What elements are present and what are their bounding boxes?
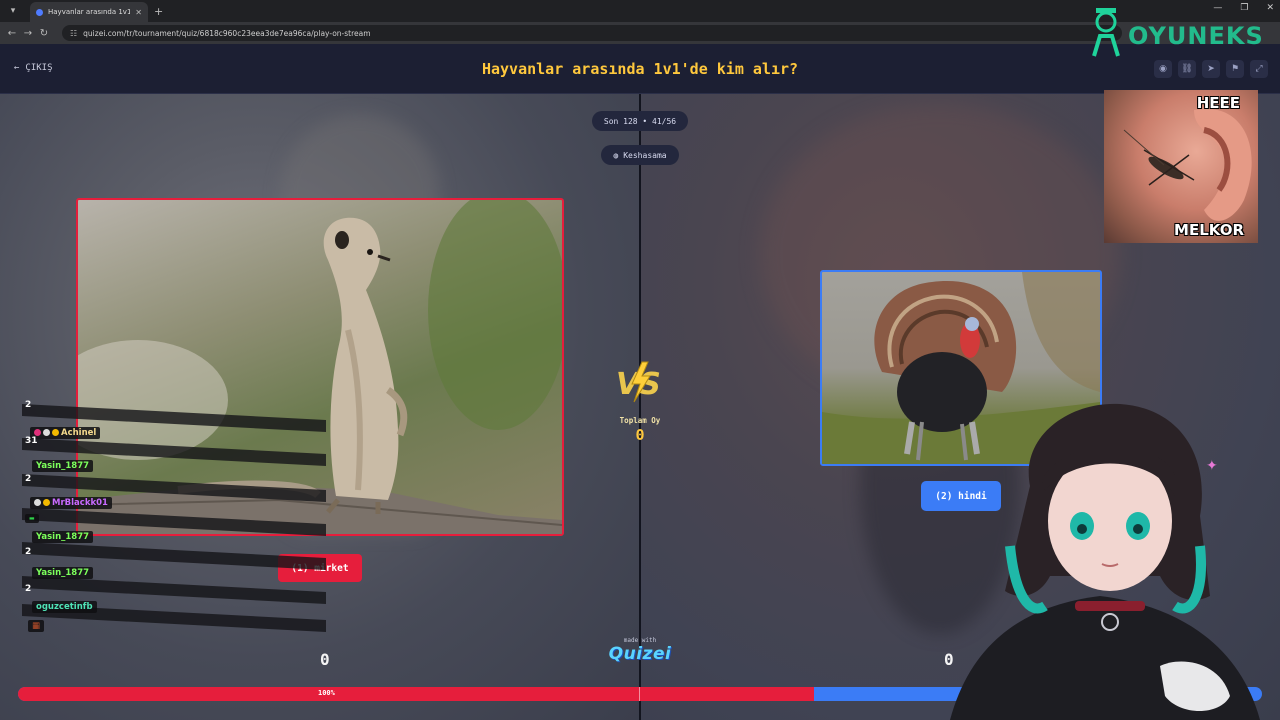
chat-username: MrBlackk01 [30, 497, 112, 509]
vs-lightning-icon: VS [616, 361, 661, 403]
globe-icon: ◍ [613, 150, 619, 160]
reload-icon[interactable]: ↻ [36, 28, 52, 39]
meme-top-text: HEEE [1196, 94, 1240, 112]
chat-username: oguzcetinfb [32, 601, 97, 613]
chat-emote-icon: ▦ [28, 620, 45, 632]
url-text: quizei.com/tr/tournament/quiz/6818c960c2… [83, 28, 371, 38]
chat-count: 2 [25, 400, 32, 410]
send-icon[interactable]: ➤ [1202, 60, 1220, 78]
back-icon[interactable]: ← [4, 28, 20, 39]
user-pill: ◍ Keshasama [601, 145, 679, 165]
progress-midline [639, 687, 640, 701]
quiz-title: Hayvanlar arasında 1v1'de kim alır? [481, 60, 799, 78]
fullscreen-icon[interactable]: ⤢ [1250, 60, 1268, 78]
flag-icon[interactable]: ⚑ [1226, 60, 1244, 78]
round-indicator: Son 128 • 41/56 [592, 111, 688, 131]
quizei-logo[interactable]: Quizei [606, 644, 674, 664]
badge-icon [34, 499, 41, 506]
badge-icon [34, 429, 41, 436]
badge-icon [43, 499, 50, 506]
total-votes-value: 0 [635, 426, 645, 444]
vtuber-avatar: ✦ [950, 403, 1260, 720]
forward-icon[interactable]: → [20, 28, 36, 39]
center-divider [639, 94, 641, 720]
chat-count: 2 [25, 474, 32, 484]
chat-username: Yasin_1877 [32, 460, 94, 472]
vote-progress-left-fill [18, 687, 815, 701]
new-tab-icon[interactable]: + [154, 5, 163, 18]
badge-icon [52, 429, 59, 436]
stream-logo: OYUNEKS [1088, 2, 1278, 58]
chat-emote-icon: ▬ [25, 514, 39, 523]
chat-username: Yasin_1877 [32, 531, 94, 543]
tab-title: Hayvanlar arasında 1v1'de kim ... [48, 8, 131, 16]
logo-text: OYUNEKS [1128, 22, 1264, 50]
progress-percent: 100% [318, 689, 335, 697]
close-tab-icon[interactable]: ✕ [135, 8, 142, 17]
tab-search-icon[interactable]: ▾ [4, 2, 22, 20]
chat-username: Yasin_1877 [32, 567, 94, 579]
mascot-logo-icon [1092, 8, 1120, 57]
browser-tab[interactable]: Hayvanlar arasında 1v1'de kim ... ✕ [30, 2, 148, 22]
header-tools: ◉ ⛓ ➤ ⚑ ⤢ [1154, 60, 1268, 78]
total-votes-label: Toplam Oy [619, 416, 661, 425]
chat-count: 2 [25, 584, 32, 594]
chat-count: 2 [25, 547, 32, 557]
made-with-label: made with [623, 637, 657, 644]
stream-chat-overlay: 2 Achinel 31 Yasin_1877 2 MrBlackk01 ▬ Y… [22, 398, 332, 680]
favicon-icon [36, 8, 43, 16]
chat-count: 31 [25, 436, 38, 446]
link-icon[interactable]: ⛓ [1178, 60, 1196, 78]
meme-overlay: HEEE MELKOR [1104, 90, 1258, 243]
sparkle-icon: ✦ [1206, 458, 1218, 474]
eye-icon[interactable]: ◉ [1154, 60, 1172, 78]
meme-bottom-text: MELKOR [1174, 221, 1244, 239]
chat-bar [22, 576, 326, 604]
chat-bar [22, 542, 326, 570]
badge-icon [43, 429, 50, 436]
address-bar[interactable]: ☷ quizei.com/tr/tournament/quiz/6818c960… [62, 25, 1122, 41]
user-name: Keshasama [623, 150, 667, 160]
chat-username: Achinel [30, 427, 101, 439]
site-info-icon[interactable]: ☷ [70, 29, 77, 38]
screen: ▾ Hayvanlar arasında 1v1'de kim ... ✕ + … [0, 0, 1280, 720]
